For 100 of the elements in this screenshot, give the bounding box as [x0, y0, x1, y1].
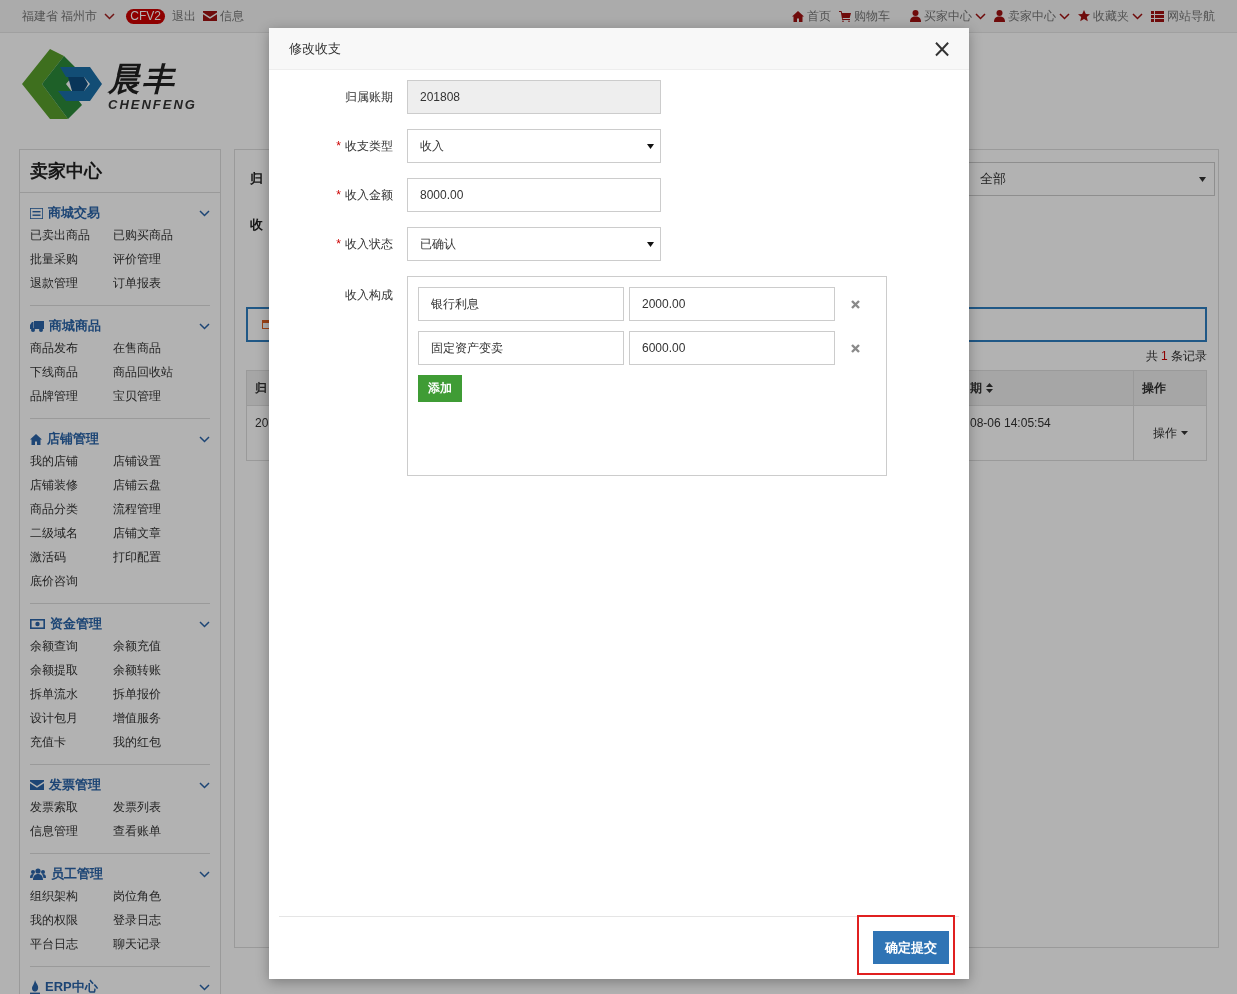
menu-item[interactable]: 店铺云盘 — [113, 473, 161, 497]
dialog-title: 修改收支 — [289, 39, 341, 58]
logo-latin: CHENFENG — [108, 96, 197, 112]
menu-item[interactable]: 岗位角色 — [113, 884, 161, 908]
input-field[interactable]: 8000.00 — [407, 178, 661, 212]
truck-icon — [30, 320, 44, 332]
actions-dropdown[interactable]: 操作 — [1152, 424, 1188, 442]
menu-item[interactable]: 流程管理 — [113, 497, 161, 521]
menu-item[interactable]: 店铺装修 — [30, 473, 78, 497]
menu-item[interactable]: 充值卡 — [30, 730, 66, 754]
menu-item[interactable]: 余额查询 — [30, 634, 78, 658]
user-icon — [910, 10, 921, 22]
menu-item[interactable]: 下线商品 — [30, 360, 78, 384]
nav-link[interactable]: 收藏夹 — [1078, 7, 1143, 25]
menu-item[interactable]: 余额提取 — [30, 658, 78, 682]
caret-icon — [975, 12, 986, 20]
chevron-down-icon — [199, 870, 210, 878]
menu-item[interactable]: 激活码 — [30, 545, 66, 569]
submit-button[interactable]: 确定提交 — [873, 931, 949, 964]
menu-item[interactable]: 退款管理 — [30, 271, 78, 295]
field-label: 收入金额 — [345, 187, 393, 202]
close-button[interactable]: × — [931, 36, 952, 61]
menu-item[interactable]: 发票索取 — [30, 795, 78, 819]
envelope-icon — [30, 780, 44, 790]
menu-item[interactable]: 聊天记录 — [113, 932, 161, 956]
banknote-icon — [30, 619, 45, 629]
menu-item[interactable]: 评价管理 — [113, 247, 161, 271]
messages-link[interactable]: 信息 — [203, 7, 245, 25]
menu-group-header[interactable]: 发票管理 — [30, 775, 210, 795]
nav-link[interactable]: 网站导航 — [1151, 7, 1215, 25]
menu-item[interactable]: 平台日志 — [30, 932, 78, 956]
version-badge: CFV2 — [126, 8, 166, 24]
remove-icon — [851, 343, 860, 353]
record-count: 共 1 条记录 — [1145, 348, 1207, 364]
menu-item[interactable]: 商品回收站 — [113, 360, 173, 384]
menu-item[interactable]: 二级域名 — [30, 521, 78, 545]
remove-icon — [851, 299, 860, 309]
menu-item[interactable]: 设计包月 — [30, 706, 78, 730]
name-field[interactable]: 银行利息 — [418, 287, 624, 321]
dropdown-arrow-icon — [647, 241, 654, 247]
menu-group-header[interactable]: 店铺管理 — [30, 429, 210, 449]
menu-item[interactable]: 我的红包 — [113, 730, 161, 754]
menu-item[interactable]: 已卖出商品 — [30, 223, 90, 247]
menu-item[interactable]: 订单报表 — [113, 271, 161, 295]
nav-link[interactable]: 首页 — [792, 7, 831, 25]
nav-link[interactable]: 购物车 — [839, 7, 890, 25]
nav-link[interactable]: 买家中心 — [910, 7, 986, 25]
field-label: 收入状态 — [345, 236, 393, 251]
dropdown-arrow-icon — [647, 143, 654, 149]
caret-icon — [1132, 12, 1143, 20]
menu-item[interactable]: 批量采购 — [30, 247, 78, 271]
menu-item[interactable]: 查看账单 — [113, 819, 161, 843]
menu-item[interactable]: 拆单报价 — [113, 682, 161, 706]
star-icon — [1078, 10, 1090, 22]
users-icon — [30, 868, 46, 880]
field-label: 归属账期 — [345, 89, 393, 104]
caret-icon — [1180, 431, 1188, 435]
menu-item[interactable]: 打印配置 — [113, 545, 161, 569]
caret-icon — [104, 12, 116, 20]
menu-item[interactable]: 组织架构 — [30, 884, 78, 908]
menu-group-header[interactable]: 商城商品 — [30, 316, 210, 336]
menu-item[interactable]: 发票列表 — [113, 795, 161, 819]
menu-group-header[interactable]: 商城交易 — [30, 203, 210, 223]
select-field[interactable]: 收入 — [407, 129, 661, 163]
envelope-icon — [203, 11, 218, 21]
menu-item[interactable]: 商品分类 — [30, 497, 78, 521]
menu-group-header[interactable]: 员工管理 — [30, 864, 210, 884]
menu-item[interactable]: 商品发布 — [30, 336, 78, 360]
menu-item[interactable]: 在售商品 — [113, 336, 161, 360]
filter-label: 收 — [249, 216, 264, 234]
home-icon — [30, 433, 42, 445]
menu-item[interactable]: 增值服务 — [113, 706, 161, 730]
menu-item[interactable]: 我的店铺 — [30, 449, 78, 473]
menu-item[interactable]: 宝贝管理 — [113, 384, 161, 408]
user-icon — [994, 10, 1005, 22]
menu-item[interactable]: 底价咨询 — [30, 569, 78, 593]
menu-group-header[interactable]: ERP中心 — [30, 977, 210, 994]
menu-item[interactable]: 品牌管理 — [30, 384, 78, 408]
menu-item[interactable]: 店铺文章 — [113, 521, 161, 545]
menu-item[interactable]: 拆单流水 — [30, 682, 78, 706]
table-cell-text: 20 — [255, 416, 269, 432]
select-field[interactable]: 已确认 — [407, 227, 661, 261]
filter-label: 归 — [250, 170, 263, 188]
menu-item[interactable]: 登录日志 — [113, 908, 161, 932]
column-header[interactable]: 期 — [970, 379, 993, 397]
amount-field[interactable]: 6000.00 — [629, 331, 835, 365]
amount-field[interactable]: 2000.00 — [629, 287, 835, 321]
menu-item[interactable]: 余额转账 — [113, 658, 161, 682]
logout-link[interactable]: 退出 — [172, 7, 197, 25]
menu-item[interactable]: 信息管理 — [30, 819, 78, 843]
name-field[interactable]: 固定资产变卖 — [418, 331, 624, 365]
menu-item[interactable]: 我的权限 — [30, 908, 78, 932]
sort-icon — [986, 383, 993, 393]
nav-link[interactable]: 卖家中心 — [994, 7, 1070, 25]
menu-item[interactable]: 余额充值 — [113, 634, 161, 658]
menu-group-header[interactable]: 资金管理 — [30, 614, 210, 634]
menu-item[interactable]: 已购买商品 — [113, 223, 173, 247]
menu-item[interactable]: 店铺设置 — [113, 449, 161, 473]
chevron-down-icon — [199, 620, 210, 628]
sidebar-title: 卖家中心 — [20, 150, 220, 193]
